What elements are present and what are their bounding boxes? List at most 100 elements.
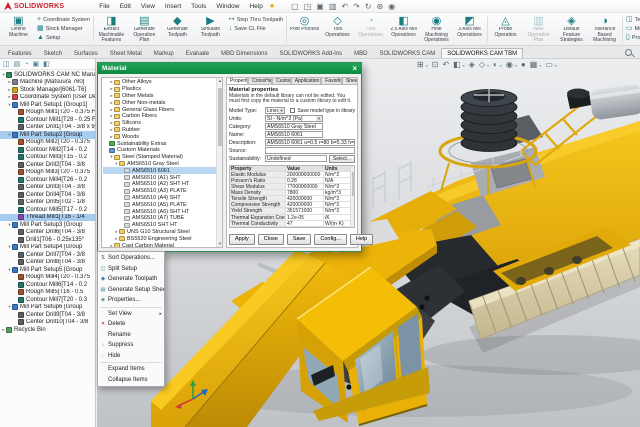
context-menu-sort-operations[interactable]: ⇅Sort Operations... <box>98 253 164 264</box>
source-field[interactable] <box>265 147 355 154</box>
ribbon-button-step-thru-toolpath[interactable]: ↦Step Thru Toolpath <box>229 16 283 24</box>
material-tree-scrollbar[interactable]: ▲ ▼ <box>216 78 222 247</box>
tree-item-center-drill2-t04-3-8[interactable]: Center Drill2[T04 - 3/8 <box>0 161 95 169</box>
material-item-cast-carbon-material[interactable]: ▸Cast Carbon Material <box>103 242 216 247</box>
material-item-silicons[interactable]: ▸Silicons <box>103 120 216 127</box>
ribbon-button-post-process[interactable]: ◎Post Process <box>288 14 321 44</box>
context-menu-collapse-items[interactable]: Collapse Items <box>98 375 164 386</box>
ribbon-button-tolerance-based-machining[interactable]: ◑Tolerance Based Machining <box>588 14 621 44</box>
tree-item-center-drill5-t02-1-8[interactable]: Center Drill5[T02 - 1/8 <box>0 199 95 207</box>
material-item-ams6510-a2-sht-ht[interactable]: AMS6510 (A2) SHT HT <box>103 181 216 188</box>
hide-show-items-icon[interactable]: ◉ <box>506 60 513 70</box>
material-item-uns-g10-structural-steel[interactable]: ▸UNS G10 Structural Steel <box>103 229 216 236</box>
tree-item-center-drill8-t04-3-8[interactable]: Center Drill8[T04 - 3/8 <box>0 259 95 267</box>
context-menu-rename[interactable]: Rename <box>98 330 164 341</box>
ribbon-button-probe-operation[interactable]: ◬Probe Operation <box>489 14 522 44</box>
ribbon-button-generate-operation-plan[interactable]: ▤Generate Operation Plan <box>128 14 161 44</box>
tree-item-contour-mill6-t14-0-2[interactable]: Contour Mill6[T14 - 0.2 <box>0 281 95 289</box>
tab-sheet-metal[interactable]: Sheet Metal <box>104 48 148 58</box>
menu-tools[interactable]: Tools <box>190 3 207 10</box>
tab-mbd-dimensions[interactable]: MBD Dimensions <box>215 48 273 58</box>
save-button[interactable]: Save <box>287 234 312 245</box>
close-button[interactable]: Close <box>258 234 284 245</box>
tree-item-drill1-t06-0-25x135[interactable]: Drill1[T06 - 0.25x135° <box>0 236 95 244</box>
search-commands-icon[interactable] <box>625 49 632 56</box>
tree-item-contour-mill2-t14-0-2[interactable]: Contour Mill2[T14 - 0.2 <box>0 146 95 154</box>
tab-evaluate[interactable]: Evaluate <box>180 48 215 58</box>
tree-item-machine-matsuura-760[interactable]: ▸Machine [Matsuura 760] <box>0 79 95 87</box>
context-menu-hide[interactable]: ◌Hide <box>98 351 164 362</box>
material-item-other-metals[interactable]: ▸Other Metals <box>103 93 216 100</box>
menu-help[interactable]: Help <box>248 3 263 10</box>
print-icon[interactable]: ▥ <box>329 2 337 11</box>
tree-item-rough-mill4-t20-0-375[interactable]: Rough Mill4[T20 - 0.375 <box>0 274 95 282</box>
tree-item-rough-mill2-t20-0-375[interactable]: Rough Mill2[T20 - 0.375 <box>0 139 95 147</box>
description-field[interactable]: AMS6510 6061 u=0.5 r=80 b=5.33 h=0.37 <box>265 139 355 146</box>
apply-button[interactable]: Apply <box>229 234 255 245</box>
view-settings-icon[interactable]: ▭ <box>545 60 553 70</box>
redo-icon[interactable]: ↷ <box>353 2 360 11</box>
context-menu-split-setup[interactable]: ◫Split Setup <box>98 264 164 275</box>
material-item-other-alloys[interactable]: ▸Other Alloys <box>103 79 216 86</box>
material-item-custom-materials[interactable]: Custom Materials <box>103 147 216 154</box>
rebuild-icon[interactable]: ↻ <box>365 2 372 11</box>
tree-item-center-drill1-t04-3-8-x-90de[interactable]: Center Drill1[T04 - 3/8 x 90DE <box>0 124 95 132</box>
context-menu-generate-toolpath[interactable]: ◆Generate Toolpath <box>98 274 164 285</box>
material-item-ams6510-a3-plate[interactable]: AMS6510 (A3) PLATE <box>103 188 216 195</box>
ribbon-button-save-cl-file[interactable]: ↓Save CL File <box>229 25 283 33</box>
menu-edit[interactable]: Edit <box>119 3 132 10</box>
dynamic-annotation-icon[interactable]: ◈ <box>469 60 475 70</box>
tree-item-rough-mill5-t16-0-5[interactable]: Rough Mill5[T16 - 0.5 <box>0 289 95 297</box>
tree-display-icon[interactable]: ◫ <box>3 60 10 68</box>
material-item-sustainability-extras[interactable]: Sustainability Extras <box>103 140 216 147</box>
chevron-down-icon[interactable]: ▾ <box>426 63 428 68</box>
favorites-star-icon[interactable]: ★ <box>269 2 275 10</box>
tree-item-center-drill9-t04-3-8[interactable]: Center Drill9[T04 - 3/8 <box>0 311 95 319</box>
ribbon-button-technology-database[interactable]: ◫Technology Database <box>626 16 640 24</box>
context-menu-expand-items[interactable]: Expand Items <box>98 364 164 375</box>
tree-item-center-drill7-t04-3-8[interactable]: Center Drill7[T04 - 3/8 <box>0 251 95 259</box>
sustainability-field[interactable]: Undefined <box>265 155 327 162</box>
save-icon[interactable]: ▣ <box>316 2 324 11</box>
tree-item-center-drill6-t04-3-8[interactable]: Center Drill6[T04 - 3/8 <box>0 229 95 237</box>
model-type-select[interactable]: Linear Elastic Isotropic <box>265 107 285 114</box>
chevron-down-icon[interactable]: ▾ <box>539 63 541 68</box>
ribbon-button-define-machine[interactable]: ▣Define Machine <box>2 14 35 44</box>
open-file-icon[interactable]: ◳ <box>304 2 312 11</box>
material-item-ams6510-a4-sht[interactable]: AMS6510 (A4) SHT <box>103 195 216 202</box>
table-scrollbar[interactable] <box>350 166 354 227</box>
tree-item-contour-mill3-t15-0-2[interactable]: Contour Mill3[T15 - 0.2 <box>0 154 95 162</box>
display-manager-icon[interactable]: ▣ <box>32 60 39 68</box>
tree-item-coordinate-system-user-defined[interactable]: ▸Coordinate System [User Defined] <box>0 94 95 102</box>
sustainability-select-button[interactable]: Select... <box>329 155 355 163</box>
name-field[interactable]: AMS6510 6061 <box>265 131 323 138</box>
context-menu-set-view[interactable]: Set View <box>98 309 164 320</box>
dimxpert-icon[interactable]: ◔ <box>24 61 28 68</box>
close-icon[interactable]: × <box>352 65 357 73</box>
tree-item-contour-mill4-t26-0-2[interactable]: Contour Mill4[T26 - 0.2 <box>0 176 95 184</box>
tree-item-solidworks-cam-nc-manager[interactable]: ▾SOLIDWORKS CAM NC Manager <box>0 71 95 79</box>
tree-item-rough-mill1-t20-0-375-flat-e[interactable]: Rough Mill1[T20 - 0.375 Flat E <box>0 109 95 117</box>
category-field[interactable]: AMS6510 Gray Steel <box>265 123 323 130</box>
material-item-ams6510-sht-ht[interactable]: AMS6510 SHT HT <box>103 222 216 229</box>
display-style-icon[interactable]: ◐ <box>493 60 498 70</box>
material-dialog-titlebar[interactable]: Material × <box>98 63 361 74</box>
material-item-ams6510-6061[interactable]: AMS6510 6061 <box>103 167 216 174</box>
scroll-up-icon[interactable]: ▲ <box>217 78 223 84</box>
edit-appearance-icon[interactable]: ● <box>521 60 526 70</box>
tree-item-stock-manager-6061-t6[interactable]: ▸Stock Manager[6061-T6] <box>0 86 95 94</box>
ribbon-button-message-window[interactable]: ▭Message Window <box>626 25 640 33</box>
chevron-down-icon[interactable]: ▾ <box>555 63 557 68</box>
material-item-ams6510-a5-plate[interactable]: AMS6510 (A5) PLATE <box>103 201 216 208</box>
ribbon-button-3-axis-mill-operations[interactable]: ◩3 Axis Mill Operations <box>453 14 486 44</box>
apply-scene-icon[interactable]: ▦ <box>530 60 538 70</box>
chevron-down-icon[interactable]: ▾ <box>500 63 502 68</box>
tab-solidworks-cam[interactable]: SOLIDWORKS CAM <box>374 48 442 58</box>
previous-view-icon[interactable]: ↶ <box>442 60 449 70</box>
tree-item-contour-mill1-t28-0-25-flat[interactable]: Contour Mill1[T28 - 0.25 Flat <box>0 116 95 124</box>
zoom-fit-icon[interactable]: ⊞ <box>417 60 424 70</box>
menu-window[interactable]: Window <box>215 3 240 10</box>
undo-icon[interactable]: ↶ <box>341 2 348 11</box>
ribbon-button-extract-machinable-features[interactable]: ◨Extract Machinable Features <box>95 14 128 44</box>
material-item-rubber[interactable]: ▸Rubber <box>103 127 216 134</box>
